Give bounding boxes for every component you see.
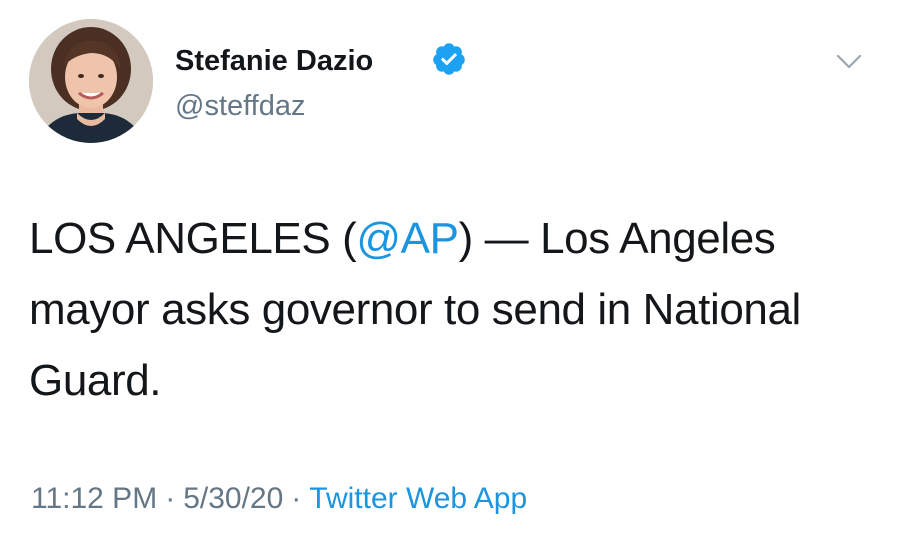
chevron-down-icon[interactable] [834,52,864,72]
author-name[interactable]: Stefanie Dazio [175,44,373,78]
tweet-meta: 11:12 PM · 5/30/20 · Twitter Web App [31,481,527,517]
tweet-text: LOS ANGELES (@AP) — Los Angeles mayor as… [29,203,869,416]
tweet-card: Stefanie Dazio @steffdaz LOS ANGELES (@A… [0,0,900,550]
avatar-image [29,19,153,143]
avatar[interactable] [29,19,153,143]
tweet-source-link[interactable]: Twitter Web App [309,482,527,515]
verified-badge-icon [431,41,467,77]
mention-link[interactable]: @AP [356,214,459,263]
tweet-date[interactable]: 5/30/20 [183,482,283,515]
meta-separator: · [165,482,176,515]
author-handle[interactable]: @steffdaz [175,89,305,123]
tweet-time[interactable]: 11:12 PM [31,482,157,515]
meta-separator: · [291,482,302,515]
tweet-text-before: LOS ANGELES ( [29,214,357,263]
